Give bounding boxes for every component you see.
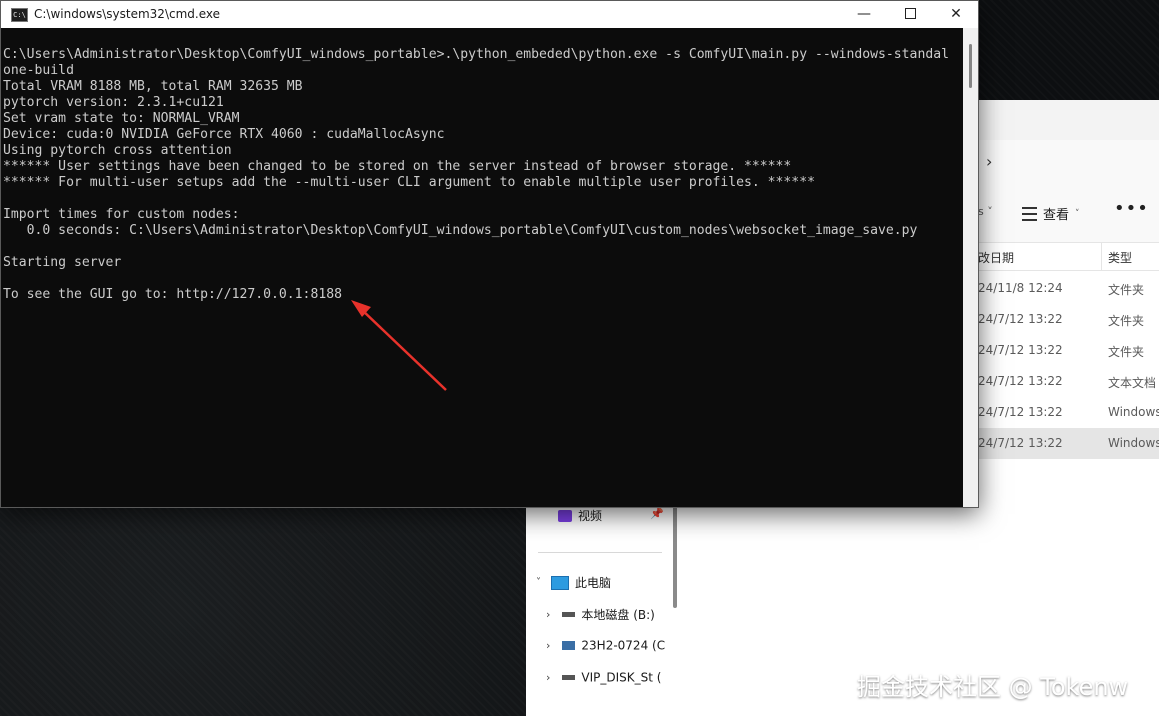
sort-button[interactable]: s ˅ — [978, 205, 993, 218]
chevron-right-icon[interactable]: › — [546, 639, 550, 652]
sidebar-item-label: VIP_DISK_St ( — [581, 670, 662, 685]
console-line: one-build — [3, 63, 74, 78]
file-type: 文本文档 — [1108, 376, 1157, 390]
file-row[interactable]: 24/11/8 12:24 文件夹 — [956, 273, 1159, 304]
drive-icon — [562, 675, 576, 680]
file-row[interactable]: 24/7/12 13:22 Windows — [956, 397, 1159, 428]
minimize-button[interactable]: — — [841, 1, 887, 28]
file-type: 文件夹 — [1108, 314, 1145, 328]
chevron-down-icon[interactable]: ˅ — [536, 577, 541, 588]
console-line: pytorch version: 2.3.1+cu121 — [3, 95, 224, 110]
file-date: 24/11/8 12:24 — [978, 281, 1063, 295]
console-line: 0.0 seconds: C:\Users\Administrator\Desk… — [3, 223, 918, 238]
column-divider[interactable] — [1101, 242, 1102, 270]
sidebar-item-drive-b[interactable]: › 本地磁盘 (B:) — [546, 606, 655, 634]
sidebar-item-drive-vip[interactable]: › VIP_DISK_St ( — [546, 670, 661, 698]
scrollbar-thumb[interactable] — [969, 44, 972, 88]
pin-icon[interactable]: 📌 — [650, 507, 664, 520]
sidebar-item-this-pc[interactable]: ˅ 此电脑 — [536, 574, 611, 602]
file-row[interactable]: 24/7/12 13:22 文件夹 — [956, 335, 1159, 366]
sidebar-item-videos[interactable]: 视频 📌 — [558, 507, 664, 535]
console-line: Set vram state to: NORMAL_VRAM — [3, 111, 240, 126]
sidebar-divider — [538, 552, 662, 553]
file-date: 24/7/12 13:22 — [978, 374, 1063, 388]
maximize-button[interactable] — [887, 1, 933, 28]
view-button[interactable]: 查看 ˅ — [1022, 204, 1080, 223]
file-row[interactable]: 24/7/12 13:22 文本文档 — [956, 366, 1159, 397]
sidebar-item-label: 23H2-0724 (C — [581, 638, 666, 653]
file-type: Windows — [1108, 436, 1159, 450]
console-line: ****** For multi-user setups add the --m… — [3, 175, 815, 190]
chevron-right-icon[interactable]: › — [546, 608, 550, 621]
view-button-label: 查看 — [1043, 208, 1070, 223]
cmd-window: C:\ C:\windows\system32\cmd.exe — ✕ C:\U… — [0, 0, 979, 508]
cmd-app-icon: C:\ — [11, 8, 28, 22]
console-line: C:\Users\Administrator\Desktop\ComfyUI_w… — [3, 47, 949, 62]
computer-icon — [551, 575, 569, 590]
chevron-right-icon[interactable]: › — [546, 671, 550, 684]
file-date: 24/7/12 13:22 — [978, 436, 1063, 450]
watermark-text: 掘金技术社区 @ Tokenw — [857, 673, 1129, 701]
file-type: 文件夹 — [1108, 283, 1145, 297]
close-button[interactable]: ✕ — [933, 1, 979, 28]
console-scrollbar[interactable] — [963, 28, 978, 507]
file-type: 文件夹 — [1108, 345, 1145, 359]
chevron-down-icon: ˅ — [1075, 208, 1080, 219]
view-list-icon — [1022, 206, 1037, 221]
title-bar[interactable]: C:\ C:\windows\system32\cmd.exe — ✕ — [1, 1, 978, 28]
sidebar-item-drive-c[interactable]: › 23H2-0724 (C — [546, 638, 665, 666]
more-options-button[interactable]: ••• — [1114, 198, 1149, 219]
console-line: To see the GUI go to: http://127.0.0.1:8… — [3, 287, 342, 302]
console-line: ****** User settings have been changed t… — [3, 159, 792, 174]
file-row[interactable]: 24/7/12 13:22 文件夹 — [956, 304, 1159, 335]
system-drive-icon — [562, 641, 576, 650]
sidebar-item-label: 此电脑 — [575, 576, 612, 590]
chevron-right-icon[interactable]: › — [986, 152, 992, 171]
sidebar-item-label: 本地磁盘 (B:) — [581, 608, 655, 622]
file-row-selected[interactable]: 24/7/12 13:22 Windows — [956, 428, 1159, 459]
maximize-icon — [904, 7, 916, 19]
column-header-type[interactable]: 类型 — [1108, 249, 1132, 266]
videos-icon — [558, 509, 572, 522]
file-date: 24/7/12 13:22 — [978, 312, 1063, 326]
sidebar-item-label: 视频 — [578, 509, 603, 523]
console-output[interactable]: C:\Users\Administrator\Desktop\ComfyUI_w… — [3, 47, 963, 507]
file-type: Windows — [1108, 405, 1159, 419]
drive-icon — [562, 612, 576, 617]
console-line: Device: cuda:0 NVIDIA GeForce RTX 4060 :… — [3, 127, 445, 142]
console-line: Total VRAM 8188 MB, total RAM 32635 MB — [3, 79, 303, 94]
navigation-scrollbar[interactable] — [673, 504, 677, 608]
console-line: Using pytorch cross attention — [3, 143, 232, 158]
file-date: 24/7/12 13:22 — [978, 343, 1063, 357]
column-header-date[interactable]: 改日期 — [978, 249, 1014, 266]
file-date: 24/7/12 13:22 — [978, 405, 1063, 419]
console-line: Starting server — [3, 255, 122, 270]
window-title: C:\windows\system32\cmd.exe — [34, 7, 220, 21]
console-line: Import times for custom nodes: — [3, 207, 240, 222]
